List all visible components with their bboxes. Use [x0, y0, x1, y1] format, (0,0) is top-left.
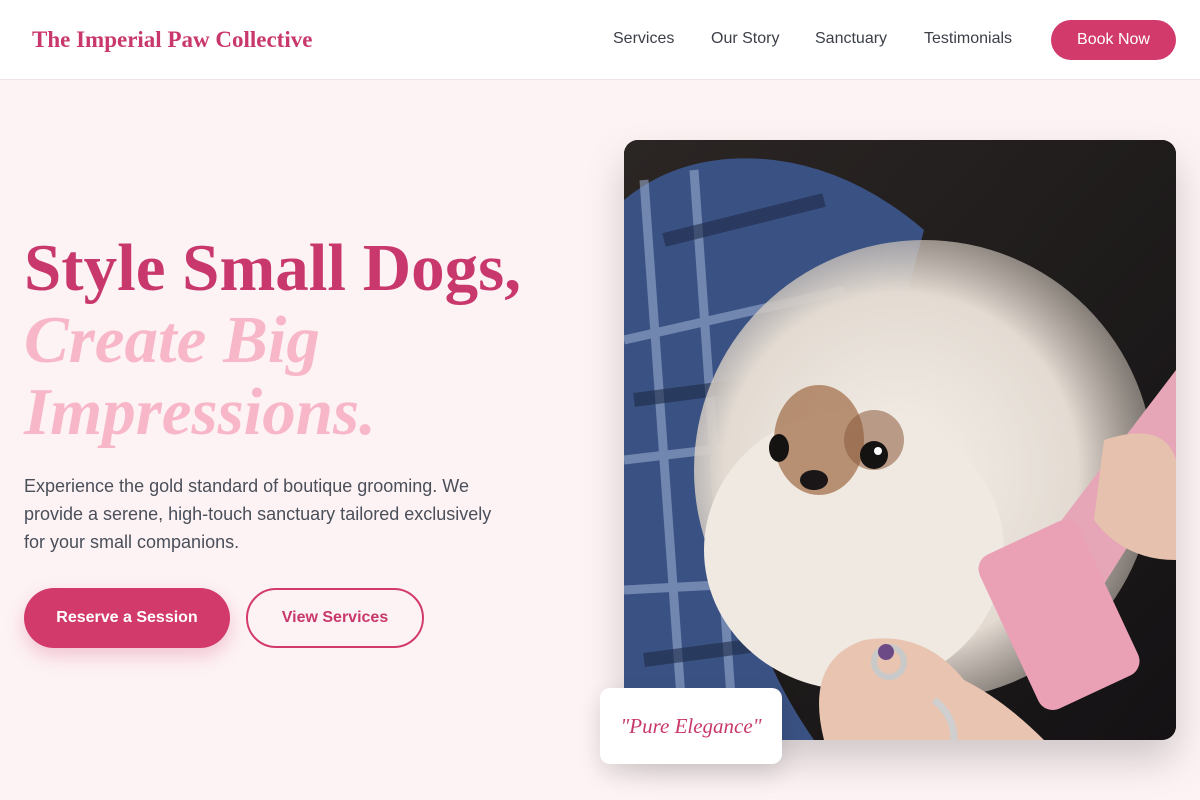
hero-dog-photo: [624, 140, 1176, 740]
view-services-button[interactable]: View Services: [246, 588, 424, 648]
brand-logo-text[interactable]: The Imperial Paw Collective: [32, 27, 312, 53]
nav-link-our-story[interactable]: Our Story: [711, 30, 779, 48]
nav-link-services[interactable]: Services: [613, 30, 674, 48]
hero-description: Experience the gold standard of boutique…: [24, 476, 492, 552]
nav-link-sanctuary[interactable]: Sanctuary: [815, 30, 887, 48]
headline-line-3: Impressions.: [24, 375, 376, 449]
headline-line-1: Style Small Dogs,: [24, 231, 521, 305]
reserve-session-button[interactable]: Reserve a Session: [24, 588, 230, 648]
top-navigation-bar: The Imperial Paw Collective Services Our…: [0, 0, 1200, 80]
dog-illustration: [624, 140, 1176, 740]
hero-headline: Style Small Dogs, Create Big Impressions…: [24, 232, 521, 448]
nav-link-testimonials[interactable]: Testimonials: [924, 30, 1012, 48]
quote-card: "Pure Elegance": [600, 688, 782, 764]
book-now-button[interactable]: Book Now: [1051, 20, 1176, 60]
headline-line-2: Create Big: [24, 303, 320, 377]
